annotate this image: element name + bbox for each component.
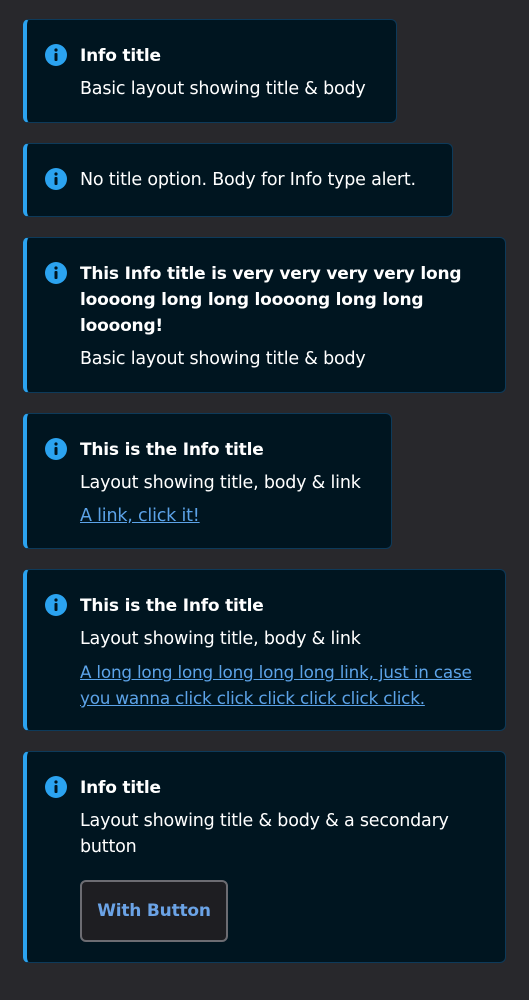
alert-title: Info title [80,778,161,798]
alert-body: No title option. Body for Info type aler… [80,170,416,190]
info-circle-icon [45,262,67,284]
alert-body: Layout showing title & body & a secondar… [80,811,449,857]
info-circle-icon [45,776,67,798]
alert-content: No title option. Body for Info type aler… [80,167,434,193]
alert-title: This is the Info title [80,440,264,460]
alert-body: Layout showing title, body & link [80,629,361,649]
info-circle-icon [45,168,67,190]
alert-content: This is the Info title Layout showing ti… [80,593,487,711]
info-circle-icon [45,44,67,66]
alert-link[interactable]: A link, click it! [80,503,373,529]
secondary-button[interactable]: With Button [80,880,228,942]
alert-title: This is the Info title [80,596,264,616]
alert-title: Info title [80,46,161,66]
alert-body: Basic layout showing title & body [80,79,366,99]
info-alert: Info title Basic layout showing title & … [23,19,397,123]
alert-content: Info title Basic layout showing title & … [80,43,378,102]
info-alert: This Info title is very very very very l… [23,237,506,393]
info-alert: This is the Info title Layout showing ti… [23,413,392,549]
info-circle-icon [45,594,67,616]
alert-body: Layout showing title, body & link [80,473,361,493]
info-alert: This is the Info title Layout showing ti… [23,569,506,731]
alert-link[interactable]: A long long long long long long link, ju… [80,659,487,711]
info-circle-icon [45,438,67,460]
alert-content: Info title Layout showing title & body &… [80,775,487,942]
alert-title: This Info title is very very very very l… [80,264,462,336]
alert-body: Basic layout showing title & body [80,349,366,369]
info-alert: No title option. Body for Info type aler… [23,143,453,217]
alert-content: This Info title is very very very very l… [80,261,487,372]
alert-content: This is the Info title Layout showing ti… [80,437,373,529]
info-alert: Info title Layout showing title & body &… [23,751,506,963]
